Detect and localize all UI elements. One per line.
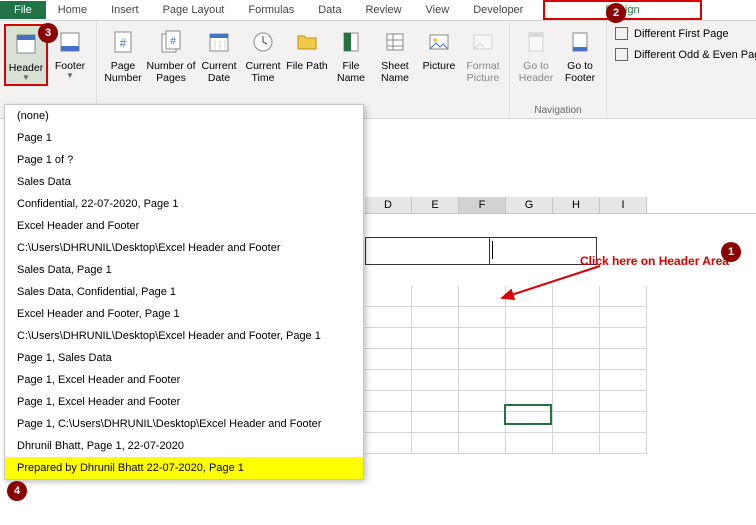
sheet-name-button[interactable]: Sheet Name xyxy=(373,24,417,86)
dropdown-item[interactable]: Page 1, Sales Data xyxy=(5,347,363,369)
picture-label: Picture xyxy=(423,60,456,72)
goto-header-icon xyxy=(523,29,549,55)
file-name-label: File Name xyxy=(329,60,373,84)
annotation-arrow-icon xyxy=(490,258,610,318)
goto-header-label: Go to Header xyxy=(514,60,558,84)
tab-view[interactable]: View xyxy=(414,1,462,19)
format-picture-label: Format Picture xyxy=(461,60,505,84)
checkbox-icon[interactable] xyxy=(615,27,628,40)
header-icon xyxy=(13,31,39,57)
file-name-button[interactable]: File Name xyxy=(329,24,373,86)
tab-formulas[interactable]: Formulas xyxy=(236,1,306,19)
current-time-label: Current Time xyxy=(241,60,285,84)
selected-cell[interactable] xyxy=(504,404,552,425)
annotation-badge-1: 1 xyxy=(721,242,741,262)
option-diff-first-label: Different First Page xyxy=(634,28,729,40)
file-path-label: File Path xyxy=(286,60,327,72)
picture-button[interactable]: Picture xyxy=(417,24,461,86)
annotation-badge-2: 2 xyxy=(606,3,626,23)
dropdown-item[interactable]: C:\Users\DHRUNIL\Desktop\Excel Header an… xyxy=(5,325,363,347)
col-head-selected[interactable]: F xyxy=(459,197,506,213)
tab-data[interactable]: Data xyxy=(306,1,353,19)
current-date-label: Current Date xyxy=(197,60,241,84)
text-cursor xyxy=(492,241,493,259)
file-path-button[interactable]: File Path xyxy=(285,24,329,86)
goto-footer-icon xyxy=(567,29,593,55)
dropdown-item[interactable]: Page 1, Excel Header and Footer xyxy=(5,369,363,391)
calendar-icon xyxy=(206,29,232,55)
worksheet[interactable]: D E F G H I xyxy=(365,175,756,525)
tab-insert[interactable]: Insert xyxy=(99,1,151,19)
footer-icon xyxy=(57,29,83,55)
current-date-button[interactable]: Current Date xyxy=(197,24,241,86)
format-picture-button: Format Picture xyxy=(461,24,505,86)
dropdown-item[interactable]: Sales Data xyxy=(5,171,363,193)
page-number-label: Page Number xyxy=(101,60,145,84)
goto-footer-button[interactable]: Go to Footer xyxy=(558,24,602,86)
dropdown-item[interactable]: Dhrunil Bhatt, Page 1, 22-07-2020 xyxy=(5,435,363,457)
goto-header-button: Go to Header xyxy=(514,24,558,86)
svg-text:#: # xyxy=(120,36,127,50)
dropdown-item[interactable]: C:\Users\DHRUNIL\Desktop\Excel Header an… xyxy=(5,237,363,259)
group-options: Different First Page Different Odd & Eve… xyxy=(607,21,756,118)
picture-icon xyxy=(426,29,452,55)
tab-developer[interactable]: Developer xyxy=(461,1,535,19)
folder-icon xyxy=(294,29,320,55)
current-time-button[interactable]: Current Time xyxy=(241,24,285,86)
goto-footer-label: Go to Footer xyxy=(558,60,602,84)
dropdown-item[interactable]: Confidential, 22-07-2020, Page 1 xyxy=(5,193,363,215)
header-section-center[interactable] xyxy=(365,237,490,265)
clock-icon xyxy=(250,29,276,55)
annotation-badge-3: 3 xyxy=(38,23,58,43)
format-picture-icon xyxy=(470,29,496,55)
col-head[interactable]: I xyxy=(600,197,647,213)
header-dropdown: (none) Page 1 Page 1 of ? Sales Data Con… xyxy=(4,104,364,480)
number-of-pages-button[interactable]: # Number of Pages xyxy=(145,24,197,86)
dropdown-caret-icon: ▼ xyxy=(22,73,30,82)
number-of-pages-icon: # xyxy=(158,29,184,55)
column-headers: D E F G H I xyxy=(365,197,756,214)
page-number-button[interactable]: # Page Number xyxy=(101,24,145,86)
dropdown-item-highlighted[interactable]: Prepared by Dhrunil Bhatt 22-07-2020, Pa… xyxy=(5,457,363,479)
sheet-icon xyxy=(382,29,408,55)
dropdown-item[interactable]: Page 1, C:\Users\DHRUNIL\Desktop\Excel H… xyxy=(5,413,363,435)
dropdown-item[interactable]: Sales Data, Confidential, Page 1 xyxy=(5,281,363,303)
tab-home[interactable]: Home xyxy=(46,1,99,19)
col-head[interactable]: E xyxy=(412,197,459,213)
option-different-first-page[interactable]: Different First Page xyxy=(615,27,756,40)
option-different-odd-even[interactable]: Different Odd & Even Pag xyxy=(615,48,756,61)
group-navigation: Go to Header Go to Footer Navigation xyxy=(510,21,607,118)
excel-file-icon xyxy=(338,29,364,55)
col-head[interactable]: H xyxy=(553,197,600,213)
dropdown-caret-icon: ▼ xyxy=(66,71,74,80)
page-number-icon: # xyxy=(110,29,136,55)
number-of-pages-label: Number of Pages xyxy=(145,60,197,84)
dropdown-item[interactable]: Page 1 of ? xyxy=(5,149,363,171)
tab-page-layout[interactable]: Page Layout xyxy=(151,1,237,19)
annotation-badge-4: 4 xyxy=(7,481,27,501)
dropdown-item[interactable]: Sales Data, Page 1 xyxy=(5,259,363,281)
col-head[interactable]: G xyxy=(506,197,553,213)
dropdown-item[interactable]: Excel Header and Footer xyxy=(5,215,363,237)
dropdown-item[interactable]: Excel Header and Footer, Page 1 xyxy=(5,303,363,325)
svg-text:#: # xyxy=(170,36,176,47)
option-diff-oddeven-label: Different Odd & Even Pag xyxy=(634,49,756,61)
tab-review[interactable]: Review xyxy=(353,1,413,19)
dropdown-item[interactable]: Page 1, Excel Header and Footer xyxy=(5,391,363,413)
tab-strip: File Home Insert Page Layout Formulas Da… xyxy=(0,0,756,21)
checkbox-icon[interactable] xyxy=(615,48,628,61)
sheet-name-label: Sheet Name xyxy=(373,60,417,84)
group-nav-title: Navigation xyxy=(534,105,581,116)
tab-file[interactable]: File xyxy=(0,1,46,19)
col-head[interactable]: D xyxy=(365,197,412,213)
dropdown-item[interactable]: Page 1 xyxy=(5,127,363,149)
dropdown-item[interactable]: (none) xyxy=(5,105,363,127)
